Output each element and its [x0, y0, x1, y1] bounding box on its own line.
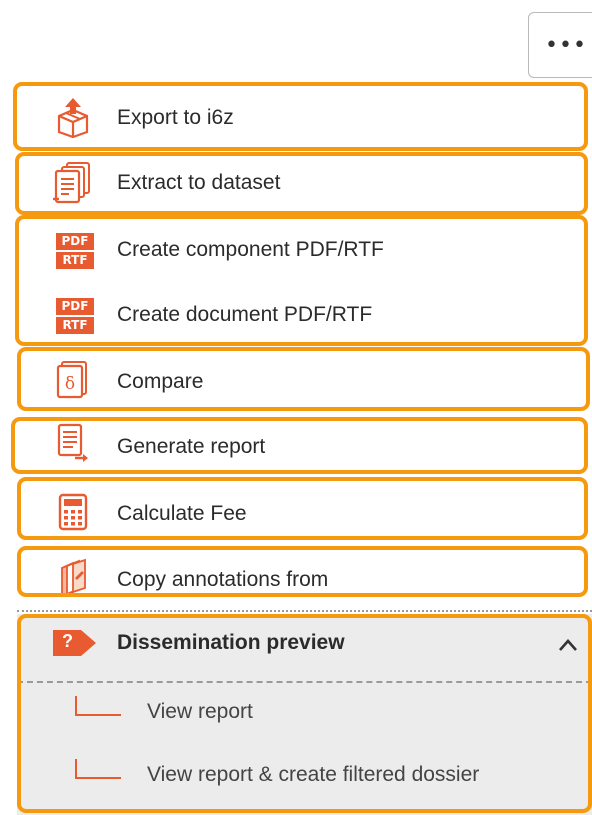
report-icon	[50, 420, 96, 466]
sub-item-label: View report & create filtered dossier	[147, 763, 480, 786]
pdf-rtf-icon: PDF RTF	[52, 226, 98, 272]
menu-item-label: Copy annotations from	[117, 568, 329, 591]
dissemination-section: ? Dissemination preview View report View…	[17, 614, 592, 815]
menu-item-label: Export to i6z	[117, 106, 234, 129]
calculator-icon	[50, 489, 96, 535]
pdf-badge-bottom: RTF	[56, 317, 94, 334]
pdf-rtf-icon: PDF RTF	[52, 291, 98, 337]
dissemination-preview-label: Dissemination preview	[117, 631, 345, 654]
menu-item-compare[interactable]: δ Compare	[0, 348, 592, 412]
more-dots-icon: •••	[545, 33, 587, 58]
sub-item-view-report-filtered[interactable]: View report & create filtered dossier	[17, 747, 592, 807]
dissemination-preview-header[interactable]: ? Dissemination preview	[17, 614, 592, 678]
menu-item-create-component-pdf[interactable]: PDF RTF Create component PDF/RTF	[0, 217, 592, 281]
pdf-badge-bottom: RTF	[56, 252, 94, 269]
menu-item-label: Extract to dataset	[117, 171, 281, 194]
tree-connector-icon	[75, 696, 121, 716]
section-separator	[17, 681, 592, 683]
annotations-icon	[50, 555, 96, 601]
menu-item-label: Create component PDF/RTF	[117, 238, 384, 261]
menu-item-label: Compare	[117, 370, 204, 393]
more-options-button[interactable]: •••	[528, 12, 592, 78]
menu-item-calculate-fee[interactable]: Calculate Fee	[0, 480, 592, 544]
question-mark-text: ?	[62, 631, 73, 651]
menu-item-copy-annotations[interactable]: Copy annotations from	[0, 546, 592, 610]
menu-item-label: Create document PDF/RTF	[117, 303, 373, 326]
menu-item-generate-report[interactable]: Generate report	[0, 414, 592, 478]
compare-icon: δ	[50, 356, 96, 402]
sub-item-view-report[interactable]: View report	[17, 684, 592, 744]
pdf-badge-top: PDF	[56, 298, 94, 315]
extract-documents-icon	[50, 160, 96, 206]
tree-connector-icon	[75, 759, 121, 779]
pdf-badge-top: PDF	[56, 233, 94, 250]
chevron-up-icon[interactable]	[553, 630, 583, 660]
menu-item-extract-dataset[interactable]: Extract to dataset	[0, 152, 592, 216]
dissemination-arrow-icon: ?	[51, 627, 101, 659]
sub-item-label: View report	[147, 700, 253, 723]
top-bar: •••	[0, 0, 592, 80]
menu-item-create-document-pdf[interactable]: PDF RTF Create document PDF/RTF	[0, 282, 592, 346]
menu-item-label: Generate report	[117, 435, 266, 458]
export-box-icon	[50, 94, 96, 140]
svg-text:δ: δ	[65, 374, 75, 394]
menu-divider	[17, 610, 592, 612]
menu-item-label: Calculate Fee	[117, 502, 247, 525]
menu-item-export-i6z[interactable]: Export to i6z	[0, 85, 592, 149]
